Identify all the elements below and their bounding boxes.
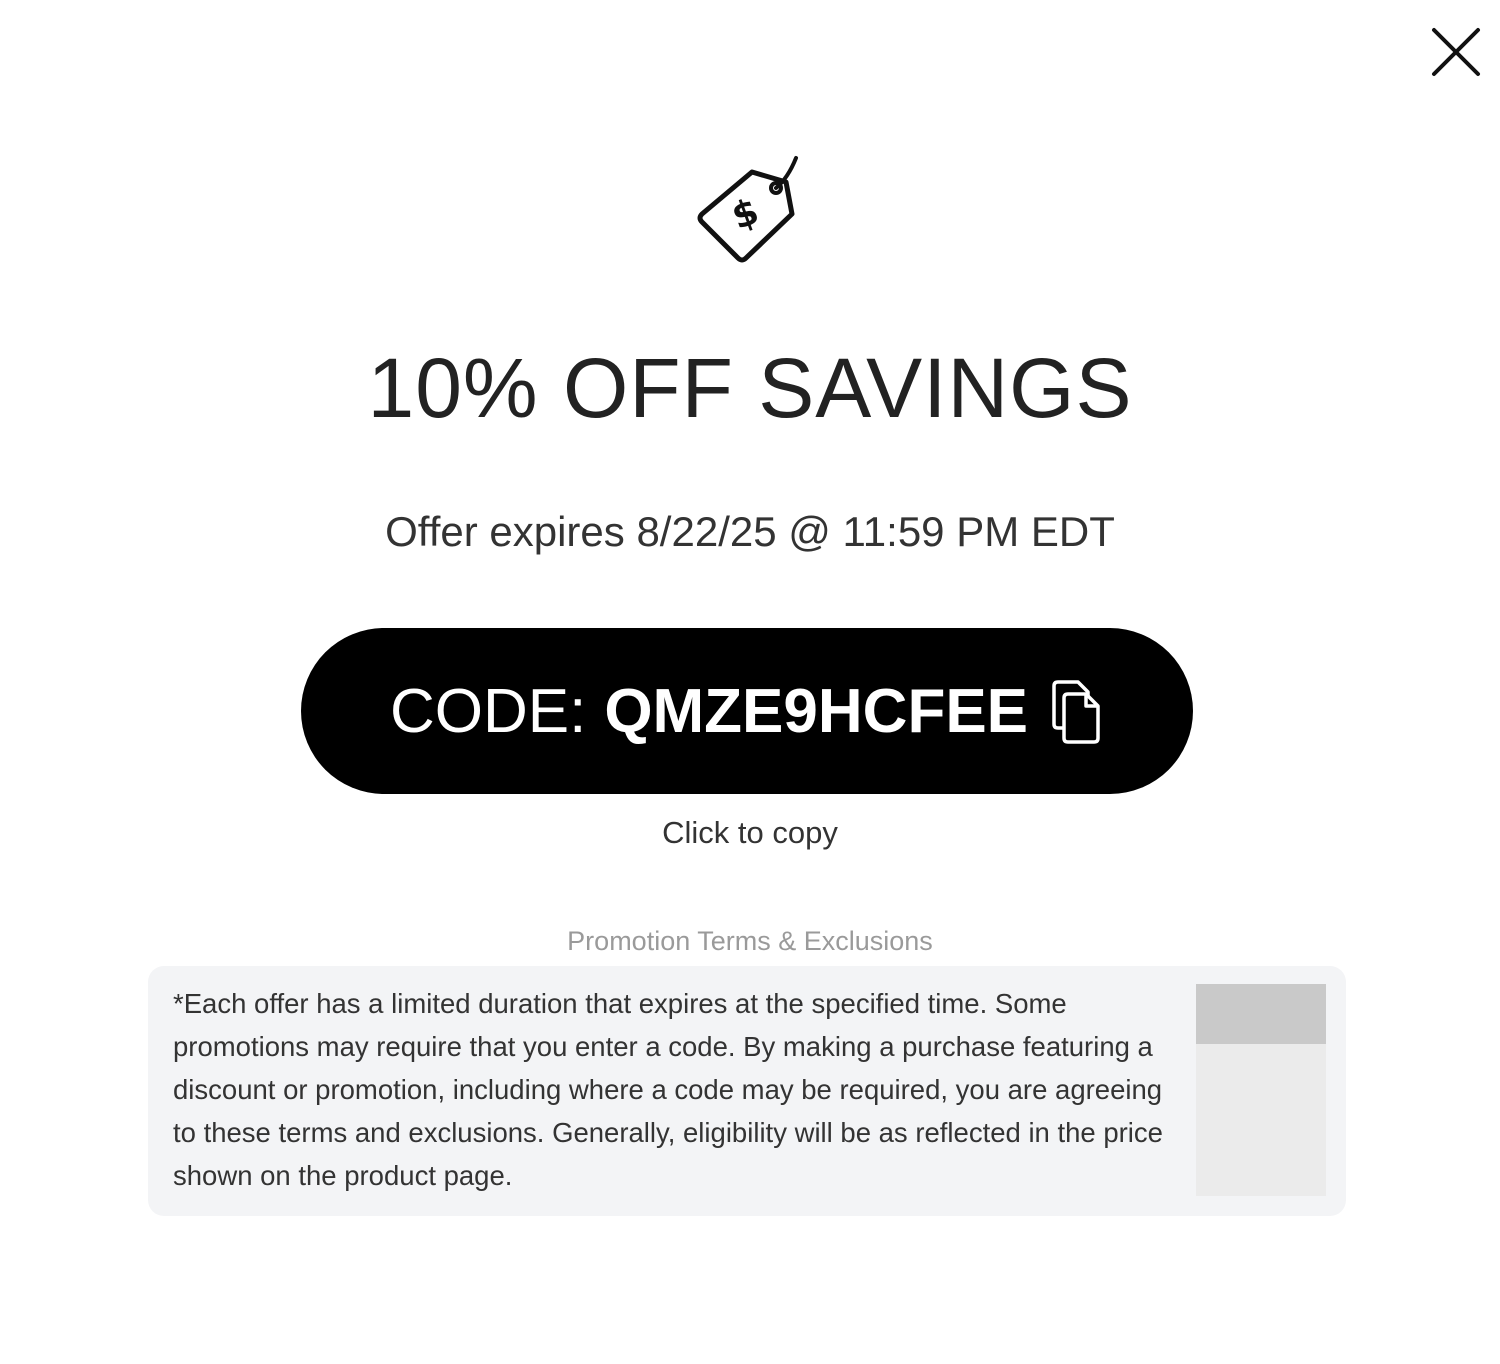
terms-scrollbar-thumb[interactable] xyxy=(1196,984,1326,1044)
terms-text: *Each offer has a limited duration that … xyxy=(173,988,1163,1191)
code-prefix: CODE: xyxy=(389,676,587,746)
terms-box: *Each offer has a limited duration that … xyxy=(148,966,1346,1216)
promo-modal: $ 10% OFF SAVINGS Offer expires 8/22/25 … xyxy=(0,0,1500,1364)
offer-expiration: Offer expires 8/22/25 @ 11:59 PM EDT xyxy=(385,508,1115,555)
offer-title: 10% OFF SAVINGS xyxy=(367,341,1133,435)
price-tag-dollar-icon: $ xyxy=(690,150,810,270)
click-to-copy-hint: Click to copy xyxy=(662,815,838,850)
promo-code: QMZE9HCFEE xyxy=(604,676,1029,746)
terms-scrollbar[interactable] xyxy=(1196,984,1326,1196)
svg-text:$: $ xyxy=(727,191,765,238)
copy-code-button[interactable]: CODE: QMZE9HCFEE xyxy=(301,628,1193,794)
terms-heading: Promotion Terms & Exclusions xyxy=(567,926,933,956)
close-button[interactable] xyxy=(1424,20,1488,84)
copy-icon xyxy=(1044,676,1104,746)
close-icon xyxy=(1432,28,1480,76)
